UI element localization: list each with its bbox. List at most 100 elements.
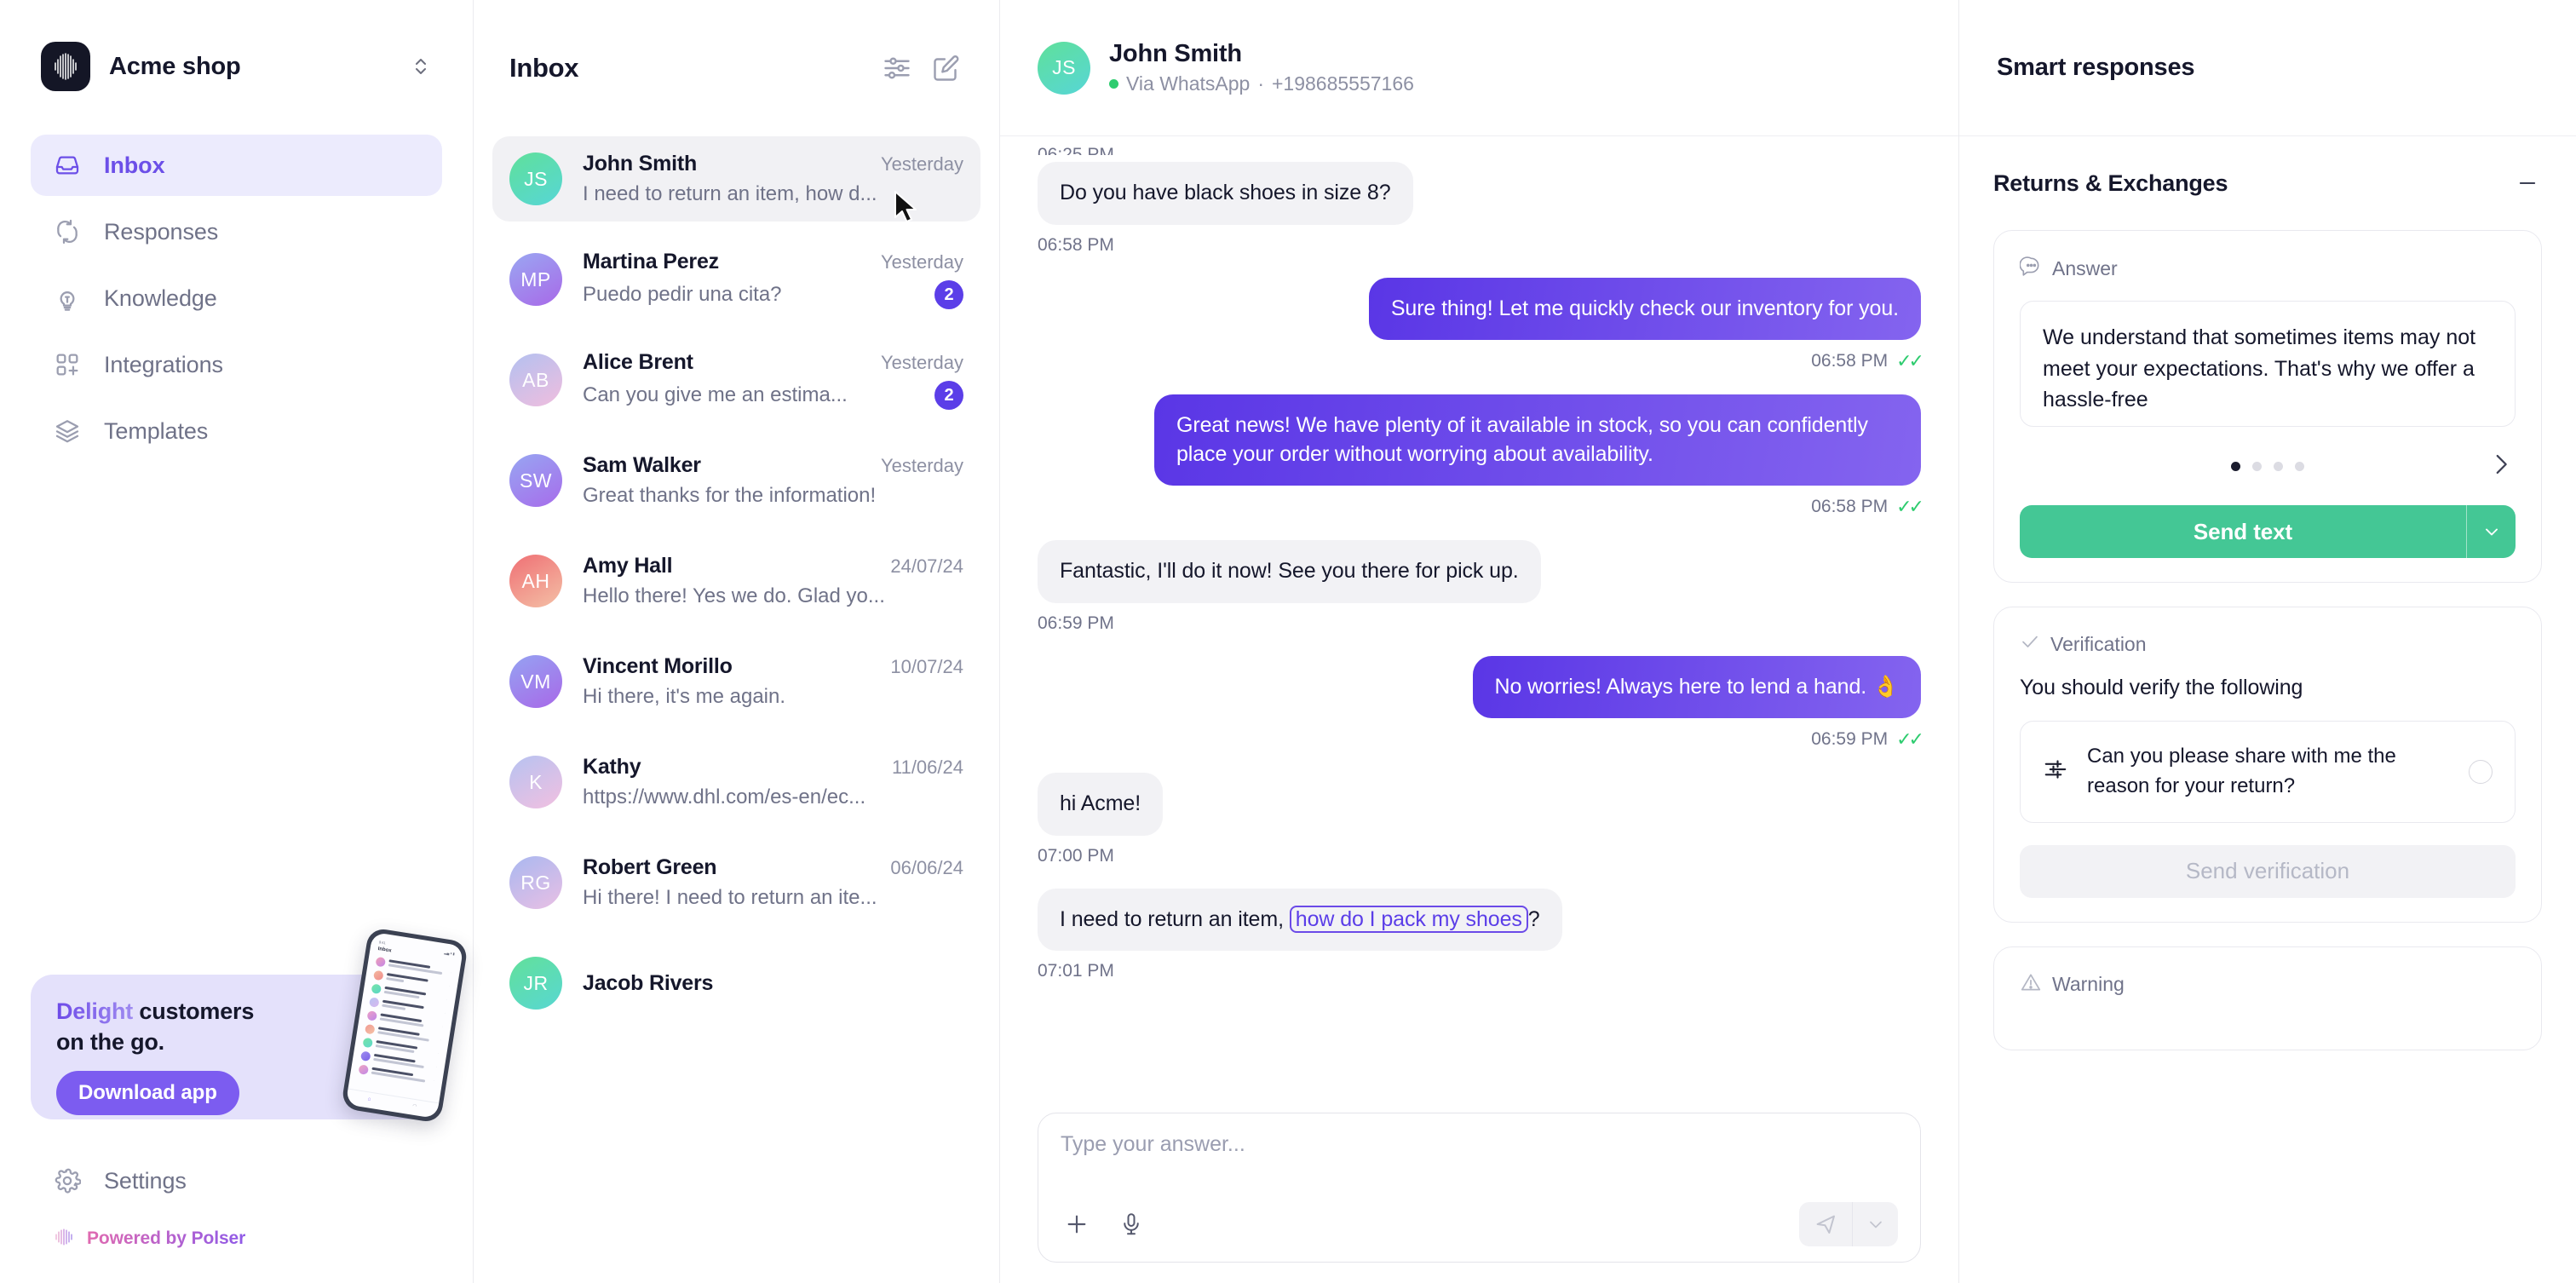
conversation-row[interactable]: JR Jacob Rivers xyxy=(492,941,980,1026)
answer-label-text: Answer xyxy=(2052,256,2118,279)
sidebar-item-settings[interactable]: Settings xyxy=(31,1150,442,1211)
section-returns-exchanges[interactable]: Returns & Exchanges xyxy=(1993,136,2542,230)
minus-icon[interactable] xyxy=(2513,169,2542,198)
message-meta: 06:59 PM xyxy=(1038,613,1921,634)
message-bubble-outgoing: Great news! We have plenty of it availab… xyxy=(1154,394,1921,486)
answer-text[interactable]: We understand that sometimes items may n… xyxy=(2020,301,2516,427)
microphone-icon[interactable] xyxy=(1115,1208,1147,1240)
send-verification-button[interactable]: Send verification xyxy=(2020,844,2516,898)
plus-icon[interactable] xyxy=(1061,1208,1093,1240)
sidebar-item-label: Templates xyxy=(104,417,209,444)
chat-header: JS John Smith Via WhatsApp · +1986855571… xyxy=(1000,0,1958,136)
sidebar-item-label: Integrations xyxy=(104,351,223,377)
smart-responses-body[interactable]: Returns & Exchanges Answer We understand… xyxy=(1959,136,2576,1283)
message-group: No worries! Always here to lend a hand. … xyxy=(1038,655,1924,751)
conversation-row[interactable]: SW Sam Walker Yesterday Great thanks for … xyxy=(492,438,980,523)
download-app-button[interactable]: Download app xyxy=(56,1071,239,1116)
sidebar-item-responses[interactable]: Responses xyxy=(31,201,442,262)
message-bubble-incoming: I need to return an item, how do I pack … xyxy=(1038,888,1562,951)
conversation-row[interactable]: K Kathy 11/06/24 https://www.dhl.com/es-e… xyxy=(492,739,980,825)
page-title: Inbox xyxy=(509,53,579,83)
carousel-dot[interactable] xyxy=(2295,461,2304,471)
radio-button[interactable] xyxy=(2469,759,2493,784)
conversation-row[interactable]: RG Robert Green 06/06/24 Hi there! I need… xyxy=(492,840,980,925)
conversation-row[interactable]: JS John Smith Yesterday I need to return … xyxy=(492,136,980,222)
carousel-dot[interactable] xyxy=(2231,461,2240,471)
message-composer[interactable]: Type your answer... xyxy=(1038,1113,1921,1263)
powered-by[interactable]: Powered by Polser xyxy=(31,1211,442,1266)
conversation-body: Vincent Morillo 10/07/24 Hi there, it's m… xyxy=(583,654,963,709)
message-list[interactable]: 06:25 PM Do you have black shoes in size… xyxy=(1000,136,1958,1113)
message-group: I need to return an item, how do I pack … xyxy=(1038,888,1921,982)
conversation-row[interactable]: VM Vincent Morillo 10/07/24 Hi there, it'… xyxy=(492,639,980,724)
sidebar: Acme shop Inbox Responses Knowledge Inte… xyxy=(0,0,474,1283)
conversation-snippet: Puedo pedir una cita? xyxy=(583,283,782,306)
sidebar-item-label: Settings xyxy=(104,1167,187,1194)
chevron-right-icon[interactable] xyxy=(2487,450,2516,483)
grid-plus-icon xyxy=(53,350,82,379)
carousel-dot[interactable] xyxy=(2252,461,2262,471)
conversation-time: Yesterday xyxy=(880,251,963,273)
chevron-down-icon[interactable] xyxy=(2466,505,2516,558)
inbox-panel: Inbox JS John Smith Yesterday I need to … xyxy=(474,0,1000,1283)
sliders-icon[interactable] xyxy=(878,49,916,87)
message-input[interactable]: Type your answer... xyxy=(1061,1132,1898,1202)
conversation-body: Martina Perez Yesterday Puedo pedir una c… xyxy=(583,250,963,309)
conversation-name: Kathy xyxy=(583,755,641,779)
chevron-down-icon[interactable] xyxy=(1852,1202,1898,1246)
message-bubble-outgoing: Sure thing! Let me quickly check our inv… xyxy=(1368,277,1921,340)
verification-option[interactable]: Can you please share with me the reason … xyxy=(2020,721,2516,823)
unread-badge: 2 xyxy=(934,381,963,410)
send-paper-plane-icon[interactable] xyxy=(1799,1202,1852,1246)
send-text-button-group[interactable]: Send text xyxy=(2020,505,2516,558)
conversation-row[interactable]: MP Martina Perez Yesterday Puedo pedir un… xyxy=(492,237,980,322)
phone-signal-icons: ▂▄ ▾ ▮ xyxy=(444,950,456,957)
sidebar-nav: Inbox Responses Knowledge Integrations T… xyxy=(31,135,442,462)
send-text-button[interactable]: Send text xyxy=(2020,505,2466,558)
brand-switcher[interactable]: Acme shop xyxy=(31,0,442,102)
message-group: Fantastic, I'll do it now! See you there… xyxy=(1038,540,1921,634)
carousel-dot[interactable] xyxy=(2274,461,2283,471)
conversation-name: Martina Perez xyxy=(583,250,719,273)
promo-title: Delight customers on the go. xyxy=(56,997,286,1057)
conversation-row[interactable]: AB Alice Brent Yesterday Can you give me … xyxy=(492,337,980,423)
conversation-row[interactable]: AH Amy Hall 24/07/24 Hello there! Yes we … xyxy=(492,538,980,624)
smart-responses-title: Smart responses xyxy=(1997,54,2195,81)
chat-panel: JS John Smith Via WhatsApp · +1986855571… xyxy=(1000,0,1959,1283)
avatar: RG xyxy=(509,856,562,909)
verification-label-text: Verification xyxy=(2050,632,2147,655)
read-receipt-icon: ✓✓ xyxy=(1896,496,1924,517)
conversation-name: Amy Hall xyxy=(583,554,673,578)
read-receipt-icon: ✓✓ xyxy=(1896,350,1924,371)
chat-phone: +198685557166 xyxy=(1272,72,1414,95)
chevron-up-down-icon[interactable] xyxy=(410,53,432,80)
avatar: JR xyxy=(509,957,562,1010)
composer-toolbar xyxy=(1061,1202,1898,1246)
conversation-name: John Smith xyxy=(583,152,698,175)
sidebar-item-inbox[interactable]: Inbox xyxy=(31,135,442,196)
warning-triangle-icon xyxy=(2020,971,2042,998)
conversation-body: Kathy 11/06/24 https://www.dhl.com/es-en/… xyxy=(583,755,963,809)
clipped-timestamp: 06:25 PM xyxy=(1038,145,1114,155)
read-receipt-icon: ✓✓ xyxy=(1896,728,1924,750)
conversation-list[interactable]: JS John Smith Yesterday I need to return … xyxy=(474,136,999,1283)
send-button-group[interactable] xyxy=(1799,1202,1898,1246)
chat-dots-icon xyxy=(2019,255,2042,282)
avatar: JS xyxy=(509,152,562,205)
verification-card: Verification You should verify the follo… xyxy=(1993,607,2542,923)
sidebar-item-knowledge[interactable]: Knowledge xyxy=(31,268,442,329)
conversation-time: 24/07/24 xyxy=(890,555,963,577)
sidebar-item-templates[interactable]: Templates xyxy=(31,400,442,462)
download-app-promo: Delight customers on the go. Download ap… xyxy=(31,927,469,1124)
message-time: 07:01 PM xyxy=(1038,961,1114,981)
sidebar-item-label: Inbox xyxy=(104,152,165,178)
message-time: 06:58 PM xyxy=(1038,234,1114,255)
highlighted-phrase[interactable]: how do I pack my shoes xyxy=(1289,905,1528,933)
avatar: K xyxy=(509,756,562,808)
compose-pencil-icon[interactable] xyxy=(928,49,965,87)
warning-card-label: Warning xyxy=(2020,971,2516,998)
smart-responses-header: Smart responses xyxy=(1959,0,2576,136)
message-meta: 06:59 PM ✓✓ xyxy=(1038,728,1924,751)
sidebar-item-integrations[interactable]: Integrations xyxy=(31,334,442,395)
